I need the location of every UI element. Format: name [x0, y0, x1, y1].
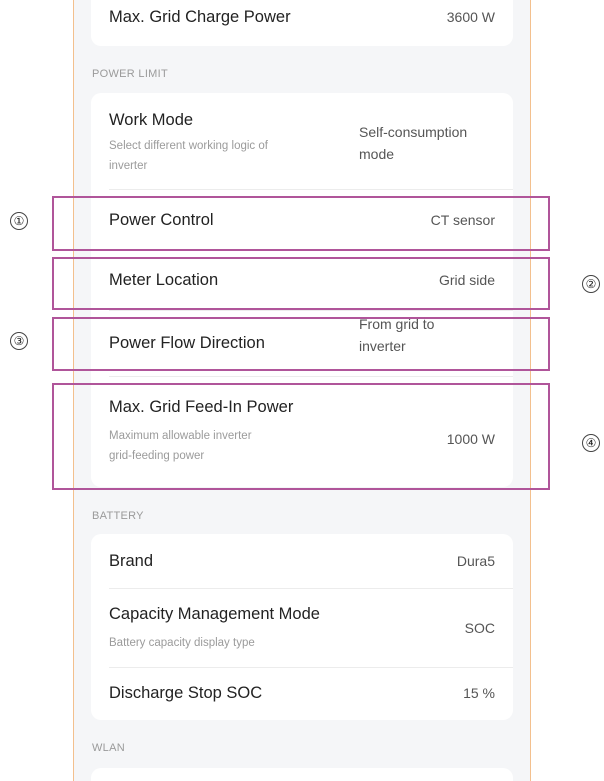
brand-label: Brand — [109, 552, 154, 570]
work-mode-row[interactable]: Work Mode Select different working logic… — [91, 93, 513, 189]
capacity-label: Capacity Management Mode — [109, 605, 320, 623]
callout-marker-3: ③ — [10, 332, 28, 350]
callout-marker-1: ① — [10, 212, 28, 230]
section-power-limit: POWER LIMIT — [92, 68, 169, 80]
work-mode-description: Select different working logic of invert… — [109, 140, 268, 172]
highlight-box-power-flow — [52, 317, 550, 371]
wlan-card — [91, 768, 513, 781]
section-wlan: WLAN — [92, 742, 125, 754]
work-mode-label: Work Mode — [109, 111, 194, 129]
grid-charge-row[interactable]: Max. Grid Charge Power 3600 W — [91, 0, 513, 46]
section-battery: BATTERY — [92, 510, 144, 522]
work-mode-value-line1: Self-consumption — [359, 124, 468, 140]
highlight-box-meter-location — [52, 257, 550, 310]
stop-soc-value: 15 % — [463, 685, 495, 701]
brand-value: Dura5 — [456, 553, 495, 569]
stop-soc-row[interactable]: Discharge Stop SOC 15 % — [91, 668, 513, 720]
capacity-row[interactable]: Capacity Management Mode Battery capacit… — [91, 589, 513, 669]
battery-card: Brand Dura5 Capacity Management Mode Bat… — [91, 534, 513, 720]
work-mode-value: Self-consumption mode — [359, 121, 467, 165]
highlight-box-power-control — [52, 196, 550, 251]
grid-charge-label: Max. Grid Charge Power — [109, 8, 291, 26]
callout-marker-2: ② — [582, 275, 600, 293]
stop-soc-label: Discharge Stop SOC — [109, 684, 263, 702]
grid-charge-card: Max. Grid Charge Power 3600 W — [91, 0, 513, 46]
brand-row[interactable]: Brand Dura5 — [91, 534, 513, 588]
callout-marker-4: ④ — [582, 434, 600, 452]
work-mode-value-line2: mode — [359, 146, 395, 162]
highlight-box-feed-in — [52, 383, 550, 490]
grid-charge-value: 3600 W — [446, 9, 495, 25]
capacity-description: Battery capacity display type — [109, 637, 255, 649]
capacity-value: SOC — [464, 620, 495, 636]
